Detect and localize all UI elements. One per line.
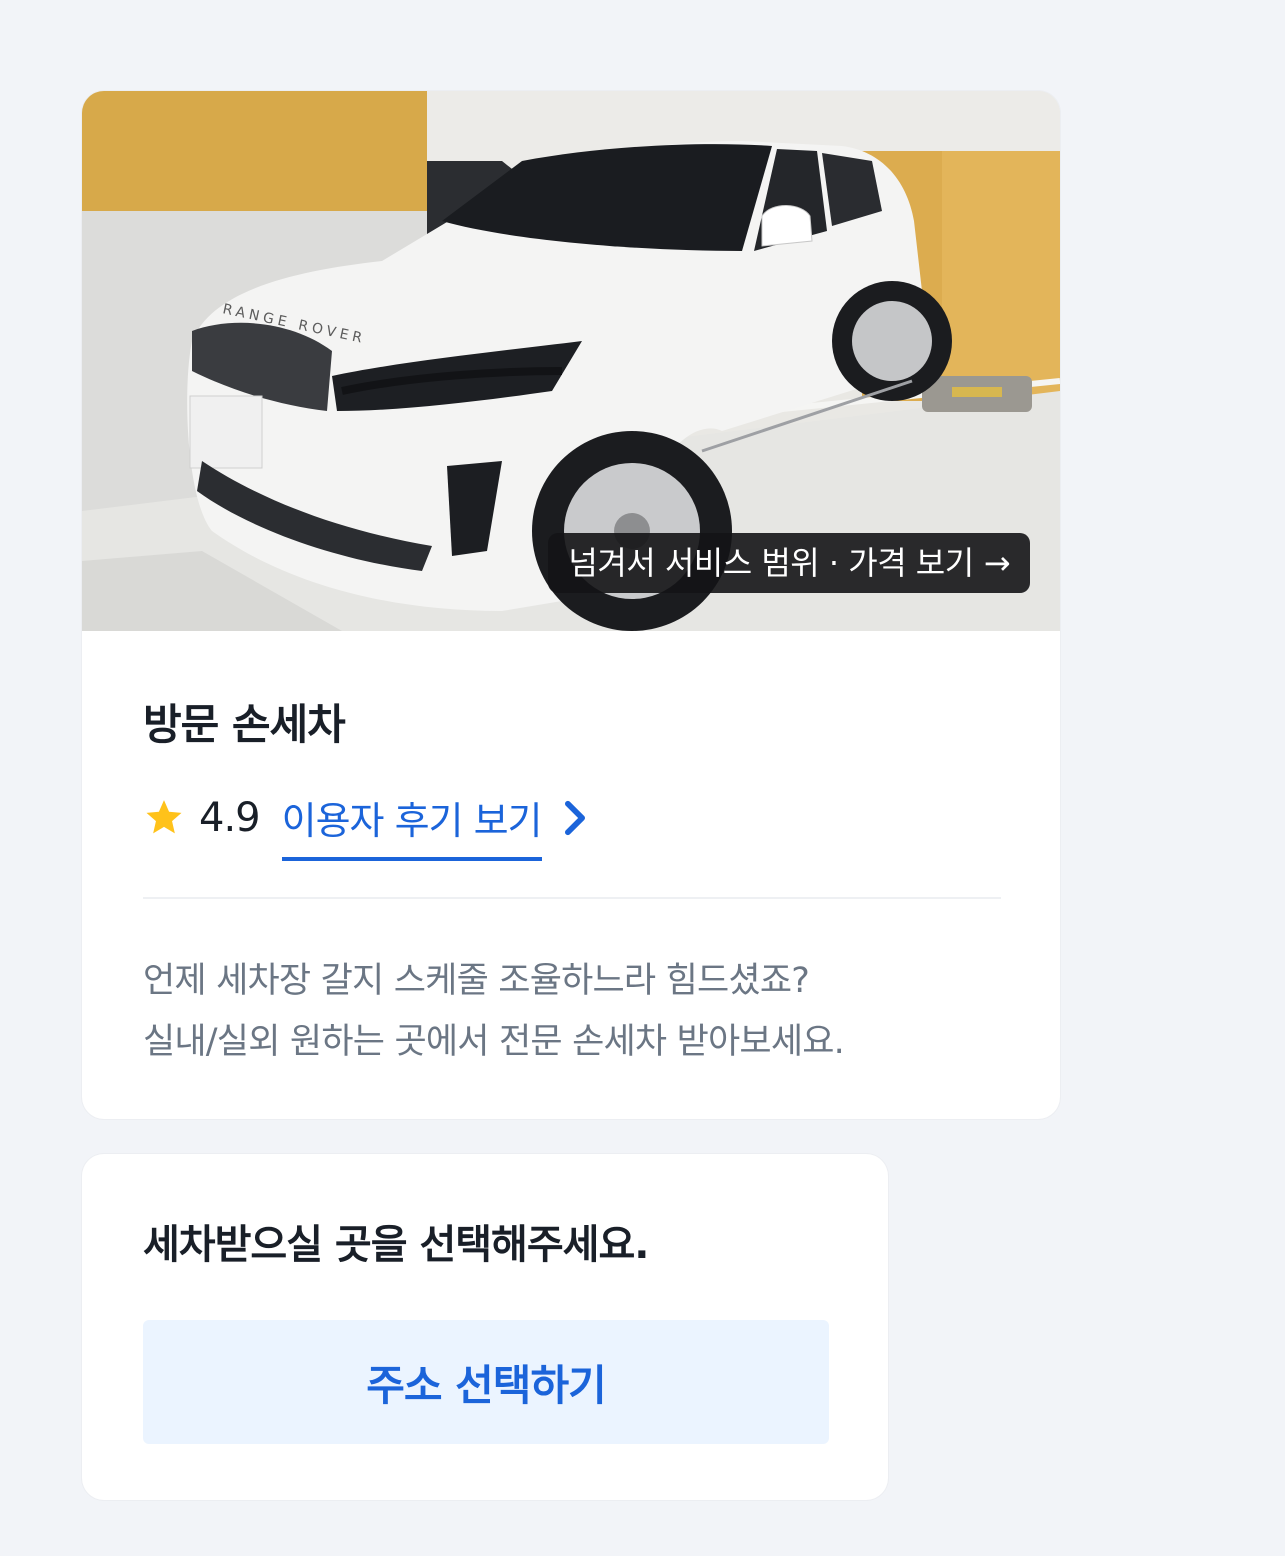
rating-value: 4.9 [199,795,261,841]
rating-row: 4.9 이용자 후기 보기 [143,783,590,861]
description-line-1: 언제 세차장 갈지 스케줄 조율하느라 힘드셨죠? [143,961,810,1001]
divider [143,897,1001,899]
address-card: 세차받으실 곳을 선택해주세요. 주소 선택하기 [82,1154,888,1500]
select-address-button[interactable]: 주소 선택하기 [143,1320,829,1444]
description-line-2: 실내/실외 원하는 곳에서 전문 손세차 받아보세요. [143,1022,845,1062]
service-card: RANGE ROVER 넘겨서 서비스 범위 · 가격 보기 → 방문 손세차 4… [82,91,1060,1119]
address-prompt-title: 세차받으실 곳을 선택해주세요. [143,1222,649,1268]
swipe-hint-text: 넘겨서 서비스 범위 · 가격 보기 [568,544,974,582]
arrow-right-icon: → [983,544,1011,582]
star-icon [146,800,182,834]
review-link[interactable]: 이용자 후기 보기 [281,790,543,861]
service-title: 방문 손세차 [143,700,346,749]
chevron-right-icon[interactable] [560,798,590,838]
service-description: 언제 세차장 갈지 스케줄 조율하느라 힘드셨죠? 실내/실외 원하는 곳에서 … [143,951,1023,1073]
service-photo-carousel[interactable]: RANGE ROVER 넘겨서 서비스 범위 · 가격 보기 → [82,91,1060,631]
swipe-hint-badge[interactable]: 넘겨서 서비스 범위 · 가격 보기 → [548,533,1030,593]
